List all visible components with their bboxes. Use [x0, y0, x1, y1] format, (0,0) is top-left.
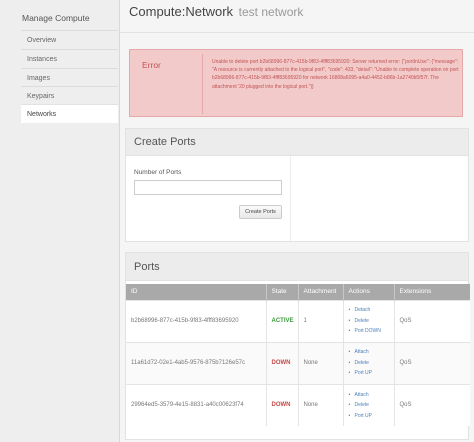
number-of-ports-label: Number of Ports: [134, 169, 182, 176]
port-actions: Detach Delete Port DOWN: [342, 299, 394, 342]
title-divider: [120, 32, 474, 33]
create-ports-heading: Create Ports: [126, 129, 468, 156]
port-up-link[interactable]: Port UP: [349, 411, 394, 422]
column-header-actions[interactable]: Actions: [342, 284, 394, 300]
port-id: 29964ed5-3579-4e15-8831-a40c00623f74: [126, 383, 266, 426]
sidebar-item-overview[interactable]: Overview: [21, 30, 118, 49]
port-actions: Attach Delete Port UP: [342, 341, 394, 384]
table-row: 11a61d72-02e1-4ab5-9576-875b7126e57c DOW…: [126, 341, 470, 384]
attach-link[interactable]: Attach: [349, 347, 394, 358]
sidebar-item-keypairs[interactable]: Keypairs: [21, 86, 118, 105]
error-divider: [202, 54, 203, 114]
ports-table: ID State Attachment Actions Extensions b…: [126, 284, 470, 426]
ports-table-header: ID State Attachment Actions Extensions: [126, 284, 470, 300]
create-ports-panel: Create Ports Number of Ports Create Port…: [125, 128, 469, 242]
page-subtitle: test network: [238, 5, 304, 19]
error-message: Unable to delete port b2b68996-877c-415b…: [212, 59, 459, 90]
column-header-state[interactable]: State: [265, 284, 298, 300]
ports-heading: Ports: [126, 253, 468, 281]
ports-panel: Ports ID State Attachment Actions Extens…: [125, 252, 470, 440]
detach-link[interactable]: Detach: [349, 305, 394, 316]
port-state: DOWN: [265, 341, 298, 384]
port-id: 11a61d72-02e1-4ab5-9576-875b7126e57c: [126, 341, 266, 384]
sidebar-item-networks[interactable]: Networks: [21, 104, 118, 123]
column-header-id[interactable]: ID: [126, 284, 266, 300]
sidebar-item-images[interactable]: Images: [21, 68, 118, 87]
table-row: 29964ed5-3579-4e15-8831-a40c00623f74 DOW…: [126, 383, 470, 426]
sidebar-item-instances[interactable]: Instances: [21, 49, 118, 68]
create-ports-form: Number of Ports Create Ports: [134, 169, 289, 241]
port-up-link[interactable]: Port UP: [349, 368, 394, 379]
port-attachment: 1: [297, 299, 343, 342]
sidebar: Manage Compute Overview Instances Images…: [0, 0, 120, 442]
port-extensions: QoS: [393, 383, 470, 426]
panel-column-divider: [290, 156, 291, 241]
port-attachment: None: [297, 383, 343, 426]
page-title: Compute:Network test network: [129, 4, 303, 19]
port-state: DOWN: [265, 383, 298, 426]
port-attachment: None: [297, 341, 343, 384]
table-row: b2b68996-877c-415b-9f83-4fff83695920 ACT…: [126, 299, 470, 342]
column-header-attachment[interactable]: Attachment: [297, 284, 343, 300]
delete-link[interactable]: Delete: [349, 358, 394, 369]
error-label: Error: [142, 60, 161, 70]
delete-link[interactable]: Delete: [349, 400, 394, 411]
port-actions: Attach Delete Port UP: [342, 383, 394, 426]
port-id: b2b68996-877c-415b-9f83-4fff83695920: [126, 299, 266, 342]
port-extensions: QoS: [393, 299, 470, 342]
port-state: ACTIVE: [265, 299, 298, 342]
number-of-ports-input[interactable]: [134, 180, 282, 195]
main-content: Compute:Network test network Error Unabl…: [120, 0, 474, 442]
page-title-text: Compute:Network: [129, 4, 234, 19]
port-down-link[interactable]: Port DOWN: [349, 326, 394, 337]
column-header-extensions[interactable]: Extensions: [393, 284, 470, 300]
create-ports-button[interactable]: Create Ports: [239, 205, 282, 219]
error-alert: Error Unable to delete port b2b68996-877…: [129, 49, 463, 117]
port-extensions: QoS: [393, 341, 470, 384]
sidebar-title: Manage Compute: [22, 13, 90, 23]
attach-link[interactable]: Attach: [349, 390, 394, 401]
delete-link[interactable]: Delete: [349, 316, 394, 327]
